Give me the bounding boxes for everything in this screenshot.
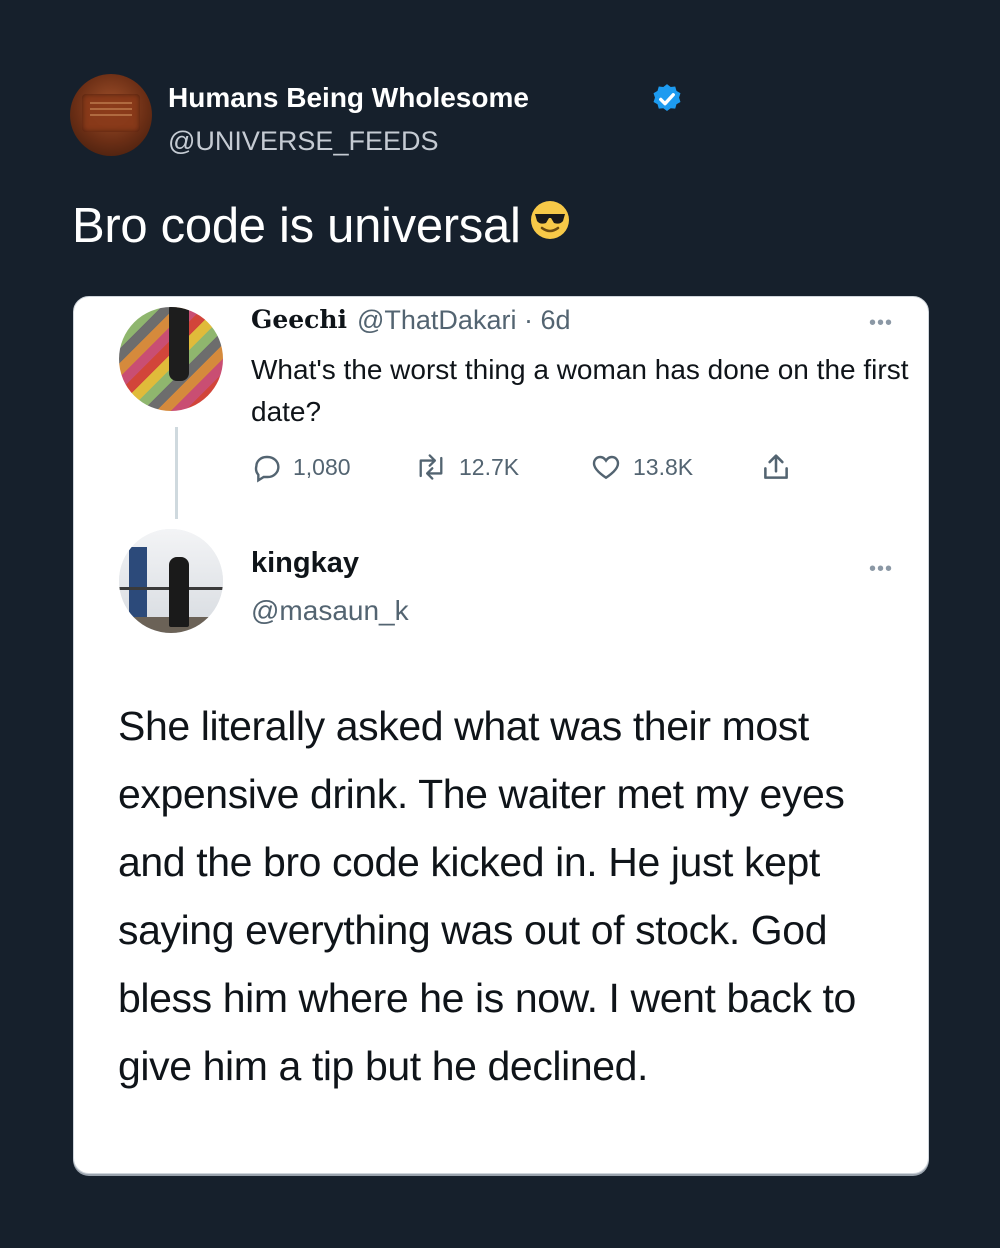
quoted-author-name[interactable]: Geechi — [251, 305, 347, 334]
quoted-screenshot-card: Geechi @ThatDakari · 6d ••• What's the w… — [73, 296, 929, 1174]
reply-button[interactable]: 1,080 — [251, 449, 351, 485]
account-avatar[interactable] — [70, 74, 152, 156]
avatar-plaque-line — [90, 108, 132, 110]
verified-badge-icon — [653, 84, 681, 112]
avatar-figure — [169, 307, 189, 381]
like-count: 13.8K — [633, 453, 694, 480]
quoted-author-handle[interactable]: @ThatDakari · 6d — [357, 305, 570, 336]
reply-icon — [254, 455, 280, 483]
reply-text: She literally asked what was their most … — [118, 703, 856, 1089]
post-header: Humans Being Wholesome @UNIVERSE_FEEDS — [70, 74, 930, 164]
reply-author-name[interactable]: kingkay — [251, 547, 359, 580]
avatar-person — [169, 557, 189, 627]
retweet-icon — [419, 454, 443, 480]
reply-author-handle[interactable]: @masaun_k — [251, 595, 409, 627]
share-button[interactable] — [759, 449, 793, 485]
heart-icon — [592, 455, 620, 480]
retweet-count: 12.7K — [459, 453, 520, 480]
retweet-button[interactable]: 12.7K — [413, 449, 519, 485]
post-text-content: Bro code is universal — [72, 199, 521, 253]
more-options-icon[interactable]: ••• — [869, 559, 899, 579]
geechi-avatar[interactable] — [119, 307, 223, 411]
quoted-tweet-text: What's the worst thing a woman has done … — [251, 354, 909, 427]
smiling-face-with-sunglasses-icon — [529, 197, 571, 253]
avatar-plaque-line — [90, 114, 132, 116]
avatar-plaque — [82, 94, 140, 132]
post-text: Bro code is universal — [72, 198, 571, 257]
account-handle[interactable]: @UNIVERSE_FEEDS — [168, 126, 438, 157]
share-icon — [764, 454, 788, 479]
account-name[interactable]: Humans Being Wholesome — [168, 82, 529, 114]
reply-count: 1,080 — [293, 453, 351, 480]
kingkay-avatar[interactable] — [119, 529, 223, 633]
like-button[interactable]: 13.8K — [589, 449, 693, 485]
thread-connector — [175, 427, 178, 519]
tweet-actions: 1,080 12.7K 13.8K — [251, 449, 811, 485]
avatar-plaque-line — [90, 102, 132, 104]
avatar-door — [129, 547, 147, 617]
more-options-icon[interactable]: ••• — [869, 313, 899, 333]
